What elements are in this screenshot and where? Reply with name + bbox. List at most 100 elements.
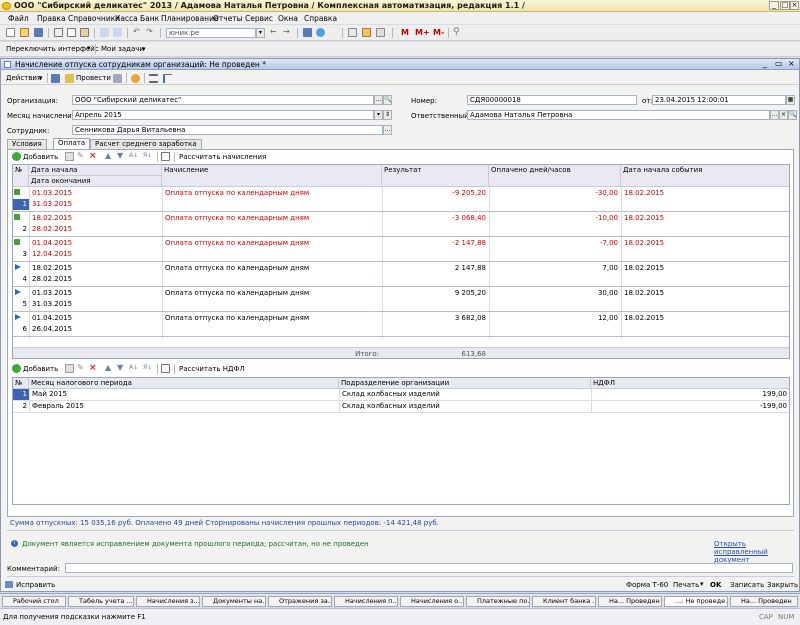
edit-row-icon[interactable]: ✎ [77,364,86,373]
table-row[interactable]: 3 01.04.2015 12.04.2015 Оплата отпуска п… [13,237,789,261]
number-field[interactable]: СДЯ00000018 [467,95,637,105]
col-num[interactable]: № [13,165,29,187]
table-row[interactable]: 2 18.02.2015 28.02.2015 Оплата отпуска п… [13,212,789,236]
sort-desc-icon[interactable]: Я↓ [143,364,152,373]
employee-select-button[interactable]: … [383,125,392,135]
task-documents[interactable]: Документы на... [202,596,266,607]
minimize-button[interactable]: _ [769,1,779,10]
doc-close-button[interactable]: × [788,59,795,68]
memory-button[interactable]: M [401,28,409,37]
menu-planning[interactable]: Планирование [161,14,219,23]
col-result[interactable]: Результат [382,165,489,187]
table-row[interactable]: 2 Февраль 2015 Склад колбасных изделий -… [13,401,789,412]
grid-settings-icon[interactable] [161,364,170,373]
menu-bank[interactable]: Банк [140,14,159,23]
table-row[interactable]: 6 01.04.2015 26.04.2015 Оплата отпуска п… [13,312,789,336]
post-button[interactable]: Провести [76,74,111,82]
config-icon[interactable] [303,28,312,37]
date-field[interactable]: 23.04.2015 12:00:01 [652,95,786,105]
month-field[interactable]: Апрель 2015 [72,110,374,120]
col-department[interactable]: Подразделение организации [339,378,591,389]
hierarchy-icon[interactable] [163,74,172,83]
sort-asc-icon[interactable]: A↓ [129,364,138,373]
open-corrected-link[interactable]: Открыть исправленный документ [714,540,794,564]
doc-restore-button[interactable]: ▭ [775,59,783,68]
task-desktop[interactable]: Рабочий стол [2,596,66,607]
calculator-icon[interactable] [362,28,371,37]
table-icon[interactable] [376,28,385,37]
tab-conditions[interactable]: Условия [7,139,47,149]
table-row[interactable]: 1 01.03.2015 31.03.2015 Оплата отпуска п… [13,187,789,211]
replace-icon[interactable] [113,28,122,37]
tab-average-earnings[interactable]: Расчет среднего заработка [90,139,202,149]
task-current-document[interactable]: ...: Не проведе... [664,596,728,607]
ndfl-grid[interactable]: № Месяц налогового периода Подразделение… [12,377,790,505]
task-salary-accruals[interactable]: Начисления з... [136,596,200,607]
pin-icon[interactable]: ⚲ [453,28,462,37]
actions-menu[interactable]: Действия [6,74,41,82]
org-select-button[interactable]: … [374,95,383,105]
copy-row-icon[interactable] [65,364,74,373]
month-dropdown-button[interactable]: ▾ [374,110,383,120]
menu-help[interactable]: Справка [304,14,337,23]
search-input[interactable]: юник.ре [166,28,256,38]
copy-row-icon[interactable] [65,152,74,161]
responsible-field[interactable]: Адамова Наталья Петровна [467,110,770,120]
grid-settings-icon[interactable] [161,152,170,161]
search-next-icon[interactable]: → [283,28,292,37]
employee-field[interactable]: Сенникова Дарья Витальевна [72,125,383,135]
close-window-button[interactable]: × [790,1,799,10]
task-posted-1[interactable]: На... Проведен [598,596,662,607]
task-accruals-p[interactable]: Начисления п... [334,596,398,607]
close-button[interactable]: Закрыть [767,581,798,589]
undo-icon[interactable]: ↶ [133,28,142,37]
pay-grid[interactable]: № Дата начала Дата окончания Начисление … [12,164,790,359]
move-down-icon[interactable]: ▼ [117,364,126,373]
my-tasks-button[interactable]: Мои задачи [101,45,144,53]
responsible-clear-button[interactable]: × [779,110,788,120]
copy-icon[interactable] [67,28,76,37]
calc-ndfl-button[interactable]: Рассчитать НДФЛ [179,365,245,373]
menu-cash[interactable]: Касса [115,14,138,23]
delete-row-icon[interactable]: × [89,152,98,161]
doc-minimize-button[interactable]: _ [763,59,767,68]
menu-edit[interactable]: Правка [37,14,66,23]
col-event-date[interactable]: Дата начала события [621,165,789,187]
col-accrual[interactable]: Начисление [162,165,382,187]
fix-button[interactable]: Исправить [16,581,55,589]
comment-field[interactable] [65,563,793,573]
ok-button[interactable]: OK [710,581,721,589]
table-row[interactable]: 4 18.02.2015 28.02.2015 Оплата отпуска п… [13,262,789,286]
menu-file[interactable]: Файл [8,14,29,23]
help-icon[interactable] [131,74,140,83]
memory-plus-button[interactable]: M+ [415,28,430,37]
pay-add-button[interactable]: Добавить [23,153,58,161]
cut-icon[interactable] [54,28,63,37]
edit-row-icon[interactable]: ✎ [77,152,86,161]
col-num[interactable]: № [13,378,29,389]
switch-interface-button[interactable]: Переключить интерфейс [6,45,99,53]
sort-desc-icon[interactable]: Я↓ [143,152,152,161]
save-icon[interactable] [34,28,43,37]
table-row[interactable]: 1 Май 2015 Склад колбасных изделий 199,0… [13,389,789,400]
org-open-button[interactable]: 🔍 [383,95,392,105]
org-field[interactable]: ООО "Сибирский деликатес" [72,95,374,105]
task-accruals-o[interactable]: Начисления о... [400,596,464,607]
col-month[interactable]: Месяц налогового периода [29,378,339,389]
table-row[interactable]: 5 01.03.2015 31.03.2015 Оплата отпуска п… [13,287,789,311]
calendar-button[interactable]: ▦ [786,95,795,105]
responsible-open-button[interactable]: 🔍 [788,110,797,120]
save-button[interactable]: Записать [730,581,764,589]
col-ndfl[interactable]: НДФЛ [591,378,789,389]
move-up-icon[interactable]: ▲ [105,364,114,373]
menu-service[interactable]: Сервис [245,14,273,23]
task-reflections[interactable]: Отражения за... [268,596,332,607]
maximize-button[interactable]: □ [780,1,790,10]
search-prev-icon[interactable]: ← [270,28,279,37]
calendar-icon[interactable] [348,28,357,37]
sort-asc-icon[interactable]: A↓ [129,152,138,161]
save-doc-icon[interactable] [51,74,60,83]
memory-minus-button[interactable]: M- [433,28,444,37]
tab-payment[interactable]: Оплата [53,138,91,149]
print-button[interactable]: Печать [673,581,699,589]
